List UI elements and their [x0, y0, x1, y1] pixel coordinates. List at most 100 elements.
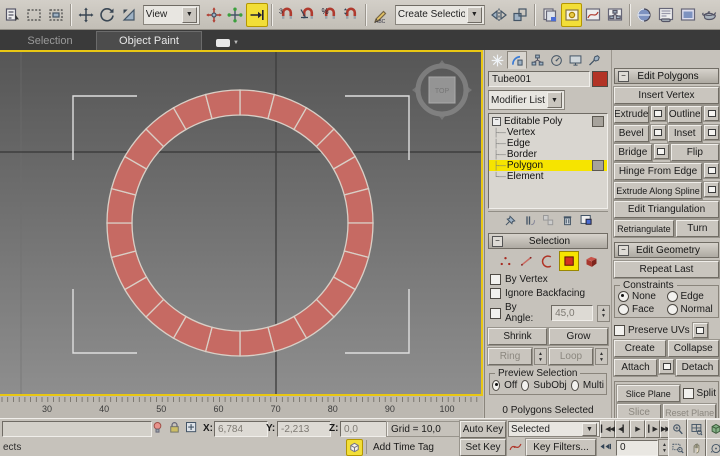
modifier-stack[interactable]: − Editable Poly ├—Vertex ├—Edge ├—Border…: [488, 113, 608, 209]
retriangulate-button[interactable]: Retriangulate: [614, 220, 674, 237]
constraint-face-radio[interactable]: [618, 304, 629, 315]
command-panel-tab-display[interactable]: [566, 52, 584, 68]
create-button[interactable]: Create: [614, 340, 666, 357]
ring-button[interactable]: Ring: [488, 348, 532, 365]
ribbon-tab-object-paint[interactable]: Object Paint: [96, 31, 202, 50]
command-panel-tab-utilities[interactable]: [585, 52, 603, 68]
outline-settings-button[interactable]: [704, 106, 719, 121]
percent-snap-toggle-icon[interactable]: %: [319, 3, 341, 27]
turn-button[interactable]: Turn: [676, 220, 719, 237]
constraint-normal-radio[interactable]: [667, 304, 678, 315]
subobject-element-icon[interactable]: [582, 252, 600, 270]
outline-button[interactable]: Outline: [668, 106, 703, 123]
current-frame-field[interactable]: 0: [616, 440, 658, 456]
hinge-from-edge-button[interactable]: Hinge From Edge: [614, 163, 702, 180]
inset-settings-button[interactable]: [704, 125, 719, 140]
ring-spinner[interactable]: ▲▼: [534, 348, 547, 365]
object-name-field[interactable]: Tube001: [488, 71, 590, 87]
keyboard-shortcut-override-toggle-icon[interactable]: [246, 3, 268, 27]
angle-spinner[interactable]: ▲▼: [597, 305, 610, 322]
nav-zoom-all-icon[interactable]: [687, 419, 706, 439]
collapse-icon[interactable]: −: [492, 236, 503, 247]
collapse-box-icon[interactable]: −: [492, 117, 501, 126]
edit-geometry-rollout-header[interactable]: − Edit Geometry: [614, 242, 719, 258]
angle-snap-toggle-icon[interactable]: [297, 3, 319, 27]
detach-button[interactable]: Detach: [676, 359, 719, 376]
collapse-icon[interactable]: −: [618, 71, 629, 82]
split-checkbox[interactable]: [683, 388, 694, 399]
timeline-ruler[interactable]: 30405060708090100: [0, 396, 483, 419]
modifier-list-dropdown[interactable]: Modifier List ▼: [488, 90, 565, 110]
by-vertex-row[interactable]: By Vertex: [490, 274, 610, 285]
stack-item-element[interactable]: └—Element: [489, 171, 607, 182]
curve-editor-icon[interactable]: [582, 3, 604, 27]
nav-zoom-icon[interactable]: [668, 419, 687, 439]
play-button[interactable]: ▶: [630, 420, 645, 438]
rectangular-selection-region-icon[interactable]: [24, 3, 46, 27]
extrude-along-spline-button[interactable]: Extrude Along Spline: [614, 182, 702, 199]
slice-button[interactable]: Slice: [617, 404, 661, 418]
subobject-polygon-icon[interactable]: [559, 251, 579, 271]
bevel-settings-button[interactable]: [651, 125, 666, 140]
extrude-settings-button[interactable]: [651, 106, 666, 121]
reset-plane-button[interactable]: Reset Plane: [663, 404, 716, 418]
edit-named-selection-sets-icon[interactable]: ABC: [370, 3, 392, 27]
render-setup-icon[interactable]: [655, 3, 677, 27]
select-and-move-icon[interactable]: [75, 3, 97, 27]
use-pivot-point-center-icon[interactable]: [203, 3, 225, 27]
render-production-icon[interactable]: [698, 3, 720, 27]
reference-coordinate-system-dropdown[interactable]: View▼: [143, 5, 200, 25]
align-icon[interactable]: [509, 3, 531, 27]
subobject-vertex-icon[interactable]: [496, 252, 514, 270]
loop-button[interactable]: Loop: [549, 348, 593, 365]
window-crossing-toggle-icon[interactable]: [45, 3, 67, 27]
stack-item-editable-poly[interactable]: − Editable Poly: [489, 116, 607, 127]
nav-zoom-extents-icon[interactable]: [706, 419, 720, 439]
shrink-button[interactable]: Shrink: [488, 328, 547, 345]
stack-item-polygon[interactable]: ├—Polygon: [489, 160, 607, 171]
by-angle-row[interactable]: By Angle: 45,0 ▲▼: [490, 302, 610, 324]
preview-subobj-radio[interactable]: [521, 380, 529, 391]
preserve-uvs-checkbox[interactable]: [614, 325, 625, 336]
command-panel-tab-modify[interactable]: [507, 51, 527, 69]
go-to-start-button[interactable]: ▎◀◀: [600, 420, 615, 438]
ribbon-tab-selection[interactable]: Selection: [10, 32, 90, 50]
animation-set-dropdown[interactable]: Selected ▼: [508, 421, 600, 437]
select-and-manipulate-icon[interactable]: [224, 3, 246, 27]
auto-key-button[interactable]: Auto Key: [460, 421, 506, 438]
make-unique-icon[interactable]: [541, 213, 556, 228]
by-angle-checkbox[interactable]: [490, 308, 501, 319]
key-filters-button[interactable]: Key Filters...: [526, 439, 596, 456]
bridge-button[interactable]: Bridge: [614, 144, 652, 161]
next-frame-button[interactable]: ▎▶: [645, 420, 660, 438]
show-end-result-icon[interactable]: [522, 213, 537, 228]
bevel-button[interactable]: Bevel: [614, 125, 649, 142]
slice-plane-button[interactable]: Slice Plane: [617, 385, 680, 402]
command-panel-tab-create[interactable]: [488, 52, 506, 68]
adaptive-degradation-icon[interactable]: [150, 420, 165, 435]
stack-item-vertex[interactable]: ├—Vertex: [489, 127, 607, 138]
edit-polygons-rollout-header[interactable]: − Edit Polygons: [614, 68, 719, 84]
isolate-toggle-icon[interactable]: [346, 439, 363, 456]
command-panel-tab-motion[interactable]: [547, 52, 565, 68]
object-color-swatch[interactable]: [592, 71, 608, 87]
subobject-border-icon[interactable]: [538, 252, 556, 270]
viewcube[interactable]: TOP: [412, 60, 472, 120]
mirror-icon[interactable]: [488, 3, 510, 27]
hinge-settings-button[interactable]: [704, 163, 719, 178]
nav-orbit-icon[interactable]: [706, 438, 720, 456]
stack-item-border[interactable]: ├—Border: [489, 149, 607, 160]
ignore-backfacing-checkbox[interactable]: [490, 288, 501, 299]
extrude-along-spline-settings-button[interactable]: [704, 182, 719, 197]
insert-vertex-button[interactable]: Insert Vertex: [614, 87, 719, 104]
loop-spinner[interactable]: ▲▼: [595, 348, 608, 365]
stack-item-edge[interactable]: ├—Edge: [489, 138, 607, 149]
configure-modifier-sets-icon[interactable]: [579, 213, 594, 228]
x-coordinate-field[interactable]: 6,784: [214, 421, 268, 437]
mini-listener-field[interactable]: [2, 421, 152, 437]
viewport-top[interactable]: TOP: [0, 50, 483, 396]
ribbon-display-toggle[interactable]: ▼: [216, 39, 239, 47]
add-time-tag[interactable]: Add Time Tag: [366, 440, 461, 454]
selection-rollout-header[interactable]: − Selection: [488, 233, 608, 249]
select-and-rotate-icon[interactable]: [96, 3, 118, 27]
